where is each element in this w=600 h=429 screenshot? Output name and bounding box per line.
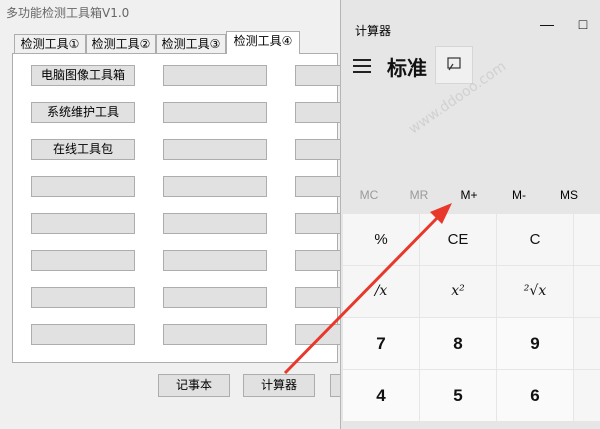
tab-4[interactable]: 检测工具④ xyxy=(226,31,300,54)
annotation-arrow xyxy=(283,203,452,375)
